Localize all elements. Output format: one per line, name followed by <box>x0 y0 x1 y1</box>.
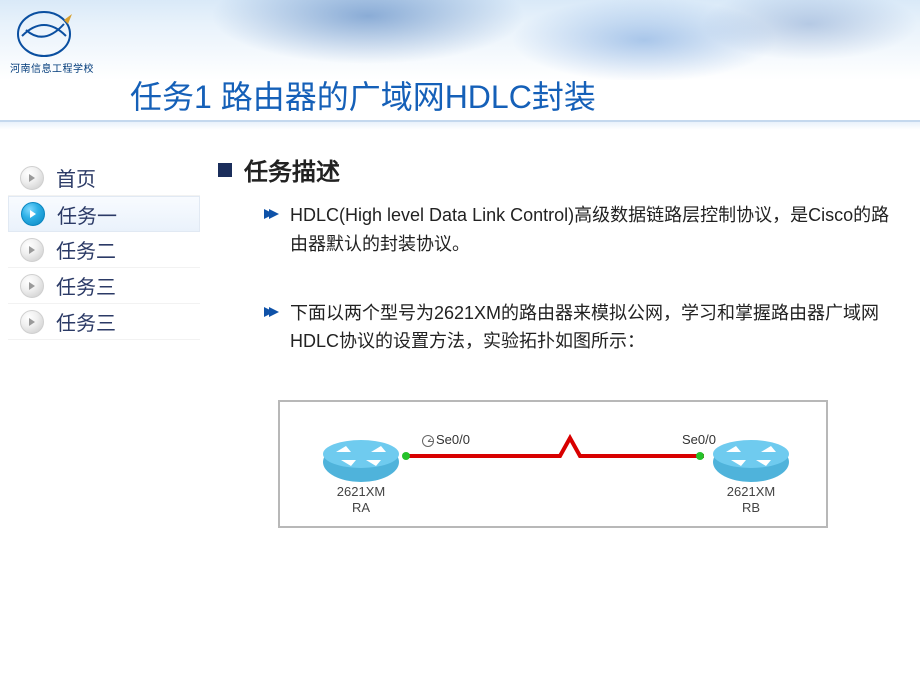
spacer <box>218 271 890 299</box>
topology-diagram: Se0/0 2621XM RA Se0/0 2621XM RB <box>278 400 828 528</box>
bullet-item-1: HDLC(High level Data Link Control)高级数据链路… <box>262 201 890 259</box>
router-a-name: RA <box>352 500 370 515</box>
top-banner: 河南信息工程学校 <box>0 0 920 80</box>
bullet-text: HDLC(High level Data Link Control)高级数据链路… <box>290 201 890 259</box>
nav-label: 任务三 <box>56 271 116 300</box>
sidebar-nav: 首页 任务一 任务二 任务三 任务三 <box>0 140 200 528</box>
clock-icon <box>422 435 434 447</box>
arrowhead-icon <box>262 207 280 221</box>
iface-b-text: Se0/0 <box>682 432 716 447</box>
iface-a-text: Se0/0 <box>436 432 470 447</box>
nav-task-3b[interactable]: 任务三 <box>8 304 200 340</box>
bullet-item-2: 下面以两个型号为2621XM的路由器来模拟公网，学习和掌握路由器广域网HDLC协… <box>262 299 890 357</box>
main-content: 任务描述 HDLC(High level Data Link Control)高… <box>200 140 920 528</box>
page-title: 任务1 路由器的广域网HDLC封装 <box>130 72 596 118</box>
nav-task-1[interactable]: 任务一 <box>8 196 200 232</box>
router-b-name: RB <box>742 500 760 515</box>
square-bullet-icon <box>218 163 232 177</box>
horizontal-rule <box>0 120 920 130</box>
arrow-right-icon <box>20 238 44 262</box>
router-b-label: 2621XM RB <box>706 484 796 515</box>
content-area: 首页 任务一 任务二 任务三 任务三 <box>0 140 920 528</box>
nav-label: 任务一 <box>57 200 117 229</box>
nav-home[interactable]: 首页 <box>8 160 200 196</box>
interface-b-label: Se0/0 <box>682 432 716 447</box>
section-heading-text: 任务描述 <box>244 152 340 187</box>
arrow-right-icon <box>20 274 44 298</box>
arrow-right-icon <box>20 166 44 190</box>
router-a-label: 2621XM RA <box>316 484 406 515</box>
bullet-text: 下面以两个型号为2621XM的路由器来模拟公网，学习和掌握路由器广域网HDLC协… <box>290 299 890 357</box>
router-a-model: 2621XM <box>337 484 385 499</box>
section-heading: 任务描述 <box>218 152 890 187</box>
interface-a-label: Se0/0 <box>422 432 470 447</box>
router-b-icon <box>706 432 796 492</box>
nav-task-2[interactable]: 任务二 <box>8 232 200 268</box>
arrowhead-icon <box>262 305 280 319</box>
arrow-right-icon <box>21 202 45 226</box>
arrow-right-icon <box>20 310 44 334</box>
school-logo-icon <box>12 6 76 62</box>
nav-label: 任务三 <box>56 307 116 336</box>
router-b-model: 2621XM <box>727 484 775 499</box>
school-name: 河南信息工程学校 <box>10 60 94 75</box>
nav-task-3a[interactable]: 任务三 <box>8 268 200 304</box>
nav-label: 任务二 <box>56 235 116 264</box>
router-a-icon <box>316 432 406 492</box>
nav-label: 首页 <box>56 163 96 192</box>
